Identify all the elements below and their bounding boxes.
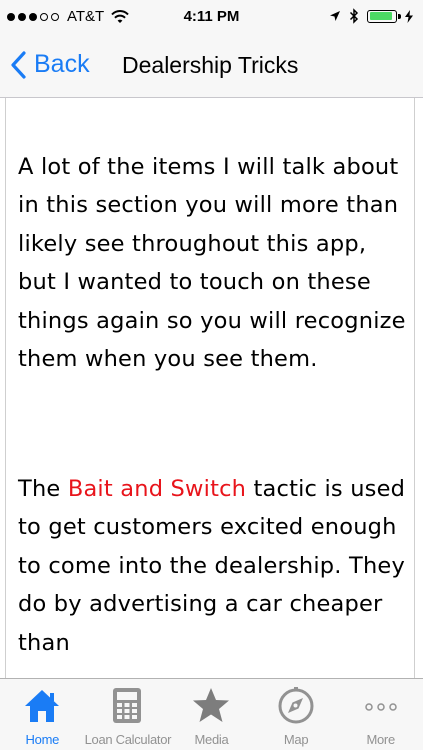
tab-map[interactable]: Map xyxy=(254,679,339,750)
charging-bolt-icon xyxy=(405,9,413,23)
more-dots-icon xyxy=(364,703,397,711)
home-icon xyxy=(25,690,60,722)
tab-label: Map xyxy=(283,732,309,747)
navigation-bar: Back Dealership Tricks xyxy=(0,36,423,98)
tab-label: Home xyxy=(25,732,60,747)
article-frame: A lot of the items I will talk about in … xyxy=(5,98,415,678)
chevron-left-icon xyxy=(11,50,26,79)
compass-icon xyxy=(278,687,314,724)
tab-loan-calculator[interactable]: Loan Calculator xyxy=(84,679,172,750)
tab-media[interactable]: Media xyxy=(169,679,254,750)
paragraph-bait-and-switch: The Bait and Switch tactic is used to ge… xyxy=(18,476,406,656)
highlighted-term: Bait and Switch xyxy=(67,476,247,502)
bluetooth-icon xyxy=(349,8,359,24)
star-icon xyxy=(193,688,230,722)
tab-more[interactable]: More xyxy=(338,679,423,750)
status-bar: AT&T 4:11 PM xyxy=(0,0,423,36)
paragraph-intro: A lot of the items I will talk about in … xyxy=(18,154,406,373)
status-right xyxy=(329,8,413,24)
tab-label: Loan Calculator xyxy=(84,732,172,747)
tab-label: Media xyxy=(194,732,229,747)
tab-label: More xyxy=(366,732,395,747)
battery-icon xyxy=(367,9,401,23)
battery-level-fill xyxy=(369,12,392,20)
page-title: Dealership Tricks xyxy=(122,52,299,78)
content-scroll-view[interactable]: A lot of the items I will talk about in … xyxy=(0,98,423,678)
location-arrow-icon xyxy=(330,11,340,21)
calculator-icon xyxy=(112,688,141,723)
tab-bar: Home Loan Calculator Media Map More xyxy=(0,678,423,750)
back-button[interactable]: Back xyxy=(10,50,90,79)
back-button-label: Back xyxy=(34,50,90,78)
tab-home[interactable]: Home xyxy=(0,679,85,750)
